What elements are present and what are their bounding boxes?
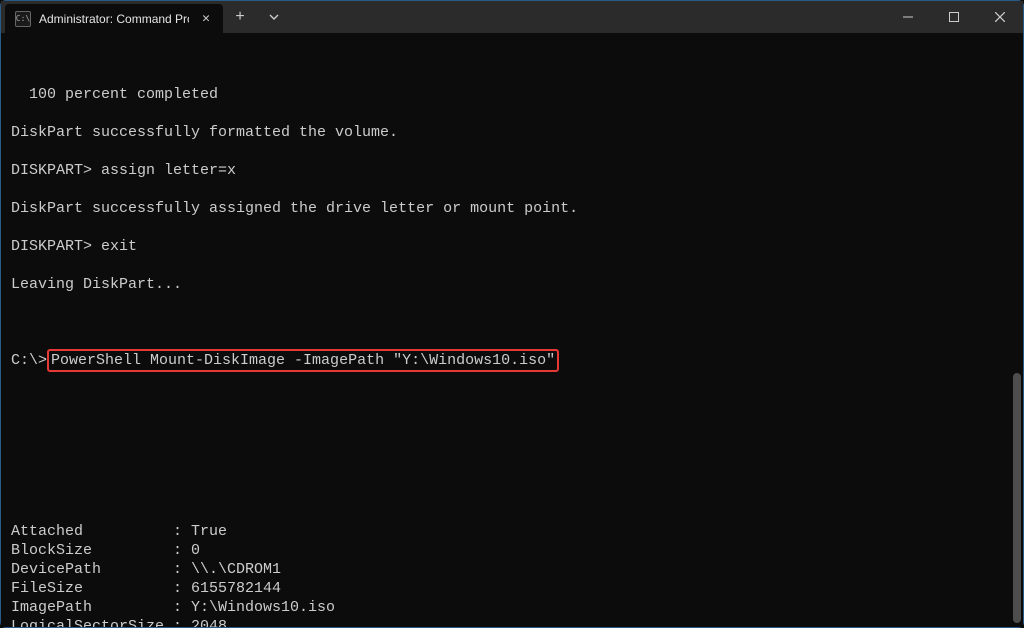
property-row: BlockSize : 0 — [11, 541, 1013, 560]
close-button[interactable] — [977, 1, 1023, 33]
property-row: DevicePath : \\.\CDROM1 — [11, 560, 1013, 579]
window-controls — [885, 1, 1023, 33]
terminal-output[interactable]: 100 percent completed DiskPart successfu… — [1, 33, 1023, 627]
active-tab[interactable]: C:\ Administrator: Command Promp ✕ — [5, 4, 223, 33]
output-line: DISKPART> exit — [11, 237, 1013, 256]
chevron-down-icon — [268, 11, 280, 23]
maximize-button[interactable] — [931, 1, 977, 33]
prompt-text: C:\> — [11, 352, 47, 369]
titlebar-drag-region[interactable] — [291, 1, 885, 33]
highlighted-command-line: C:\>PowerShell Mount-DiskImage -ImagePat… — [11, 351, 1013, 370]
scrollbar-thumb[interactable] — [1013, 373, 1021, 623]
minimize-button[interactable] — [885, 1, 931, 33]
tab-title: Administrator: Command Promp — [39, 12, 189, 26]
scrollbar[interactable] — [1011, 33, 1021, 627]
minimize-icon — [903, 12, 913, 22]
output-line — [11, 180, 1013, 199]
output-line: DiskPart successfully formatted the volu… — [11, 123, 1013, 142]
output-line: DISKPART> assign letter=x — [11, 161, 1013, 180]
new-tab-dropdown[interactable] — [257, 1, 291, 33]
maximize-icon — [949, 12, 959, 22]
output-line — [11, 142, 1013, 161]
output-line: DiskPart successfully assigned the drive… — [11, 199, 1013, 218]
output-line — [11, 104, 1013, 123]
highlighted-command: PowerShell Mount-DiskImage -ImagePath "Y… — [47, 349, 559, 372]
property-row: Attached : True — [11, 522, 1013, 541]
tab-close-button[interactable]: ✕ — [197, 10, 215, 28]
output-line — [11, 256, 1013, 275]
property-row: FileSize : 6155782144 — [11, 579, 1013, 598]
property-row: ImagePath : Y:\Windows10.iso — [11, 598, 1013, 617]
output-line: 100 percent completed — [11, 85, 1013, 104]
property-row: LogicalSectorSize : 2048 — [11, 617, 1013, 627]
cmd-icon: C:\ — [15, 11, 31, 27]
close-icon — [995, 12, 1005, 22]
output-line — [11, 294, 1013, 313]
output-line: Leaving DiskPart... — [11, 275, 1013, 294]
new-tab-button[interactable]: + — [223, 1, 257, 33]
output-line — [11, 218, 1013, 237]
titlebar: C:\ Administrator: Command Promp ✕ + — [1, 1, 1023, 33]
